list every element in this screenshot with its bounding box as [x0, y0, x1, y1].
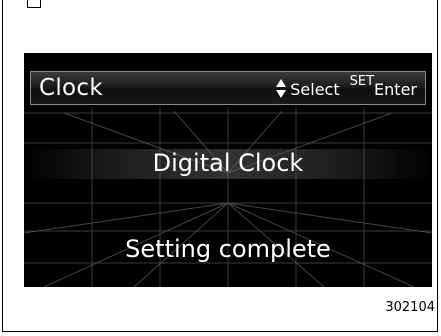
status-message: Setting complete [125, 235, 331, 263]
select-hint-label: Select [290, 80, 340, 99]
header-hints: Select SET Enter [275, 73, 417, 103]
enter-hint-label: Enter [374, 80, 417, 99]
up-down-arrows-icon [275, 78, 287, 100]
display-screen: Clock Select SET Enter Digital Clock Set… [24, 53, 432, 287]
frame-tab-marker [27, 0, 41, 8]
header-title: Clock [39, 75, 103, 101]
header-bar: Clock Select SET Enter [30, 71, 426, 105]
figure-number: 302104 [385, 300, 435, 315]
main-title: Digital Clock [152, 149, 304, 177]
set-button-label: SET [349, 74, 375, 89]
